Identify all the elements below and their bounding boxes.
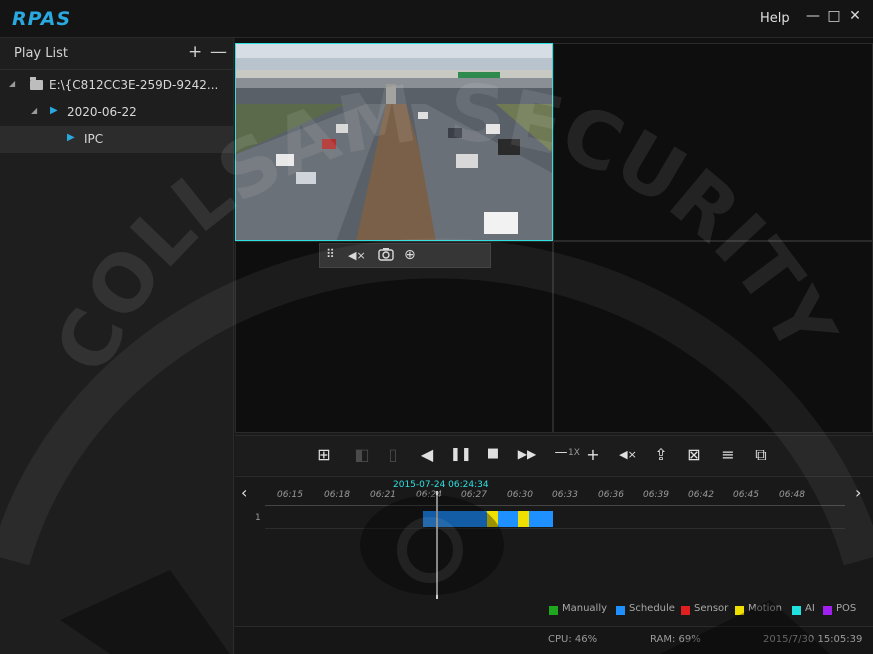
timeline-next-icon[interactable]: › [855,483,861,502]
prev-frame-icon[interactable]: ◧ [352,445,372,464]
list-icon[interactable]: ≡ [718,445,738,464]
timeline-tick: 06:36 [598,490,624,500]
legend-swatch-manually [549,606,558,615]
timeline-scale [265,505,845,506]
legend-schedule: Schedule [629,603,675,614]
title-bar: RPAS Help — □ ✕ [0,0,873,38]
playlist-header: Play List + — [0,38,234,70]
expand-arrow-icon[interactable]: ◢ [31,106,37,115]
cursor-time: 2015-07-24 06:24:34 [393,480,489,490]
timeline-tick: 06:18 [324,490,350,500]
recording-segment-motion[interactable] [487,511,498,527]
timeline-tick: 06:39 [643,490,669,500]
timeline-tick: 06:30 [507,490,533,500]
legend-motion: Motion [748,603,782,614]
multi-window-icon[interactable]: ⧉ [751,445,771,465]
tree-item-label: IPC [84,132,104,146]
timeline-tick: 06:33 [552,490,578,500]
snapshot-icon[interactable] [378,247,394,265]
mute-icon[interactable]: ◀× [348,249,366,262]
pause-icon[interactable]: ❚❚ [450,447,472,462]
rewind-icon[interactable]: ◀ [417,445,437,464]
timeline-tick: 06:48 [779,490,805,500]
timeline-tick: 06:27 [461,490,487,500]
tree-item-label: 2020-06-22 [67,105,137,119]
legend-pos: POS [836,603,857,614]
tree-item-folder[interactable]: ◢ E:\{C812CC3E-259D-9242... [0,72,234,99]
cpu-usage: CPU: 46% [548,634,598,645]
next-frame-icon[interactable]: ▯ [383,445,403,464]
drag-handle-icon[interactable]: ⠿ [326,247,335,261]
export-icon[interactable]: ⇪ [651,445,671,464]
video-window-2[interactable] [553,43,873,241]
play-triangle-icon: ▶ [50,105,58,116]
tree-item-label: E:\{C812CC3E-259D-9242... [49,78,219,92]
channel-row-label: 1 [255,513,261,523]
camera-feed-image [236,44,552,240]
ram-usage: RAM: 69% [650,634,701,645]
playback-controls: ⊞ ◧ ▯ ◀ ❚❚ ■ ▶▶ — 1X + ◀× ⇪ ⊠ ≡ ⧉ [235,435,873,475]
legend-swatch-motion [735,606,744,615]
tree-item-ipc[interactable]: ▶ IPC [0,126,234,153]
video-window-4[interactable] [553,241,873,433]
mute-icon[interactable]: ◀× [618,448,638,461]
recording-segment-motion[interactable] [518,511,529,527]
legend-swatch-ai [792,606,801,615]
zoom-in-icon[interactable]: ⊕ [404,247,416,263]
timeline-tick: 06:15 [277,490,303,500]
video-window-3[interactable] [235,241,553,433]
restore-button[interactable]: □ [827,8,841,24]
speed-label: 1X [568,448,580,458]
playlist-title: Play List [14,46,68,61]
timeline-prev-icon[interactable]: ‹ [241,483,247,502]
stop-icon[interactable]: ■ [483,446,503,461]
legend-manually: Manually [562,603,608,614]
system-datetime: 2015/7/30 15:05:39 [763,634,863,645]
help-menu[interactable]: Help [760,11,790,26]
timeline-cursor[interactable] [436,491,438,599]
tree-item-date[interactable]: ◢ ▶ 2020-06-22 [0,99,234,126]
view-toolbar: ⠿ ◀× ⊕ [319,243,491,268]
channel-row-line [265,528,845,529]
legend-swatch-sensor [681,606,690,615]
timeline-tick: 06:45 [733,490,759,500]
layout-icon[interactable]: ⊞ [314,445,334,464]
legend-swatch-schedule [616,606,625,615]
timeline-tick: 06:24 [416,490,442,500]
video-window-1[interactable] [235,43,553,241]
timeline[interactable]: ‹ › 2015-07-24 06:24:34 06:15 06:18 06:2… [235,476,873,626]
add-button[interactable]: + [188,42,202,62]
remove-button[interactable]: — [210,42,227,62]
legend-ai: AI [805,603,815,614]
status-bar: CPU: 46% RAM: 69% 2015/7/30 15:05:39 [235,626,873,654]
legend-sensor: Sensor [694,603,729,614]
timeline-tick: 06:21 [370,490,396,500]
minimize-button[interactable]: — [806,8,820,24]
faster-icon[interactable]: + [583,445,603,464]
close-button[interactable]: ✕ [848,8,862,24]
legend-swatch-pos [823,606,832,615]
fast-forward-icon[interactable]: ▶▶ [517,447,537,461]
app-logo: RPAS [12,8,72,30]
expand-arrow-icon[interactable]: ◢ [9,79,15,88]
clip-icon[interactable]: ⊠ [684,445,704,464]
play-triangle-icon: ▶ [67,132,75,143]
playlist-panel: Play List + — ◢ E:\{C812CC3E-259D-9242..… [0,38,234,654]
folder-icon [30,77,43,90]
timeline-tick: 06:42 [688,490,714,500]
